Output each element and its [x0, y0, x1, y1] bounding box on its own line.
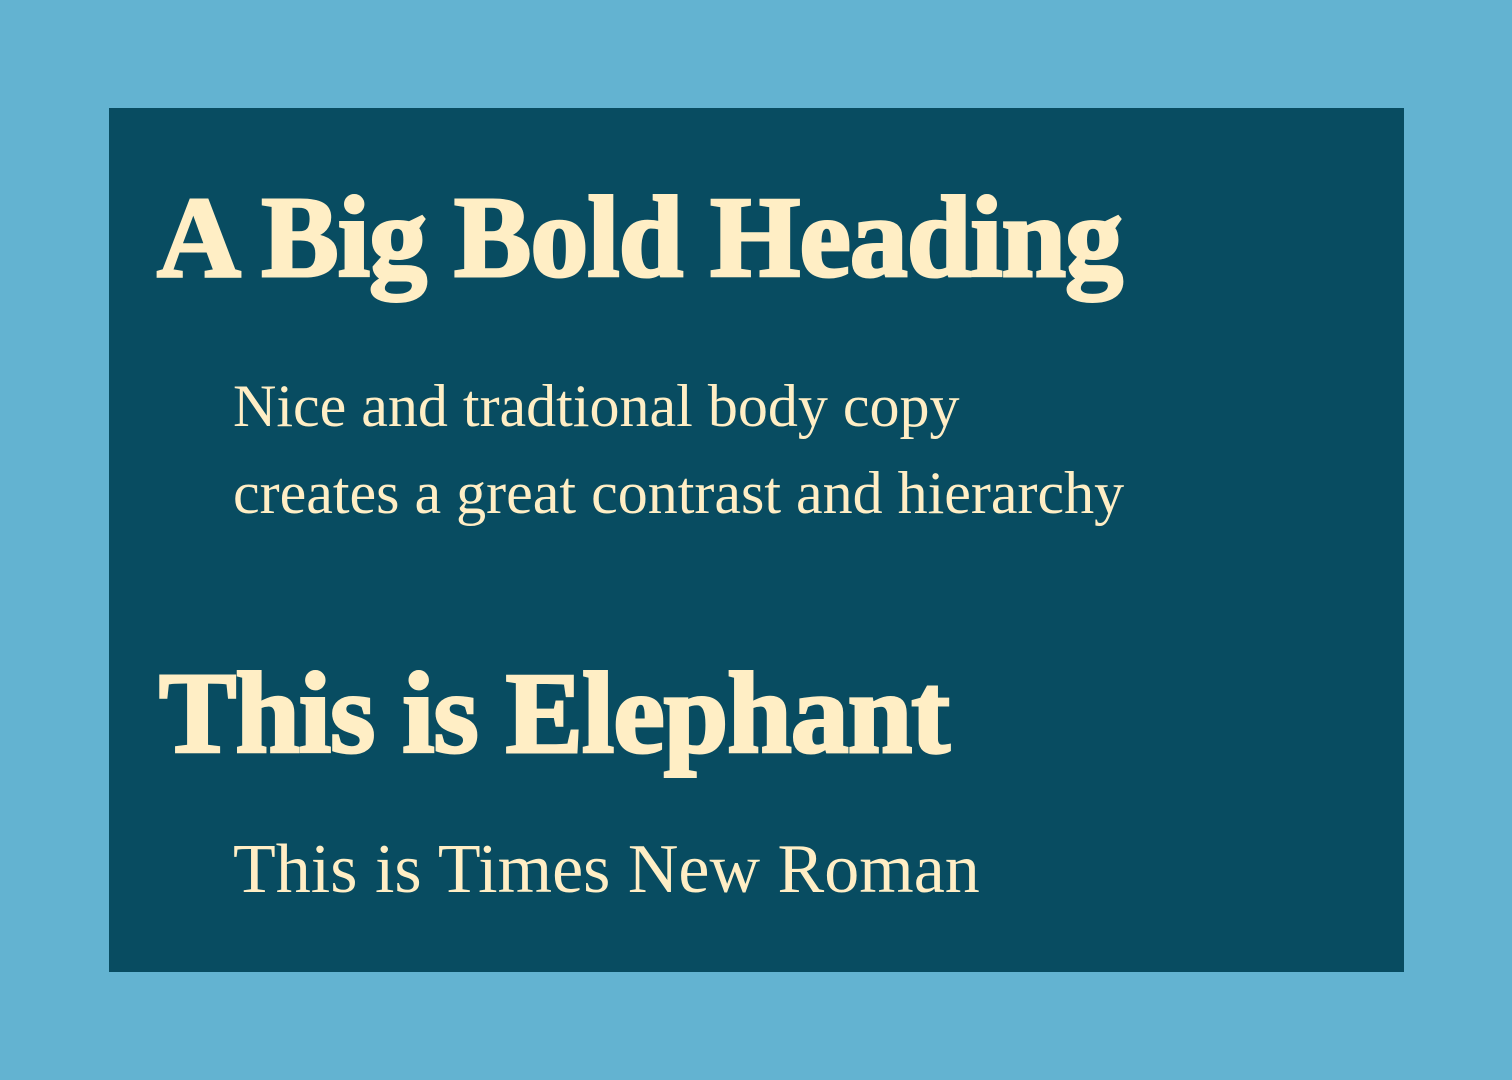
body-copy-line-2: creates a great contrast and hierarchy: [233, 460, 1125, 526]
content-panel: A Big Bold Heading Nice and tradtional b…: [109, 108, 1404, 972]
times-new-roman-sample: This is Times New Roman: [233, 831, 980, 908]
body-copy-paragraph: Nice and tradtional body copy creates a …: [233, 363, 1124, 537]
big-bold-heading: A Big Bold Heading: [155, 174, 1124, 302]
body-copy-line-1: Nice and tradtional body copy: [233, 373, 960, 439]
elephant-heading: This is Elephant: [158, 650, 952, 778]
